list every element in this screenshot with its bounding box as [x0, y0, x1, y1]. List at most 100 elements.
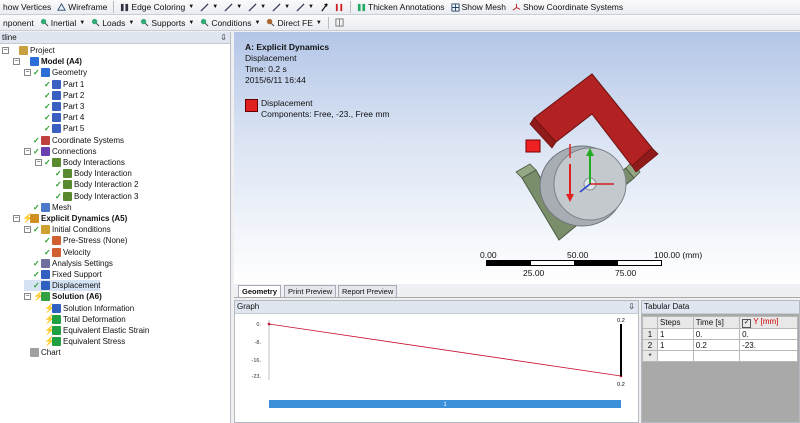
collapse-toggle-icon[interactable]: − [13, 58, 20, 66]
pin-icon[interactable]: ⇩ [220, 32, 227, 43]
part-icon [52, 102, 61, 111]
outline-item-label: Total Deformation [63, 314, 126, 324]
toolbar-option-button[interactable] [332, 18, 347, 27]
displacement-marker [525, 139, 541, 153]
graph-panel: Graph ⇩ 0. -8. -16. -23. 0.2 0.2 1 [234, 300, 639, 423]
outline-item-project[interactable]: − Project [2, 45, 55, 56]
outline-item-equivalent-elastic-strain[interactable]: ⚡ Equivalent Elastic Strain [35, 325, 149, 336]
direct-fe-dropdown[interactable]: Direct FE ▼ [263, 18, 324, 28]
outline-item-displacement[interactable]: ✓ Displacement [24, 280, 101, 292]
status-check-icon: ✓ [33, 146, 40, 156]
outline-item-label: Fixed Support [52, 270, 102, 279]
toolbar-environment: nponent Inertial ▼ Loads ▼ Supports ▼ Condi… [0, 15, 800, 31]
outline-item-coordinate-systems[interactable]: ✓ Coordinate Systems [24, 135, 124, 146]
chart-icon [30, 348, 39, 358]
collapse-toggle-icon[interactable]: − [24, 293, 31, 301]
collapse-toggle-icon[interactable]: − [24, 147, 31, 155]
outline-item-pre-stress-none[interactable]: ✓ Pre-Stress (None) [35, 235, 127, 246]
column-checkbox-icon[interactable]: ✓ [742, 319, 752, 328]
conditions-dropdown[interactable]: Conditions ▼ [197, 18, 263, 28]
pin-icon[interactable]: ⇩ [628, 301, 635, 313]
outline-item-connections[interactable]: − ✓ Connections [24, 146, 96, 157]
outline-item-body-interaction-3[interactable]: ✓ Body Interaction 3 [46, 191, 138, 202]
loads-icon [92, 18, 100, 27]
body-interaction-icon [63, 191, 72, 201]
edge-coloring-dropdown[interactable]: Edge Coloring ▼ [117, 2, 197, 12]
geometry-viewport[interactable]: A: Explicit Dynamics Displacement Time: … [234, 32, 800, 285]
edge-tool-1[interactable]: ▼ [197, 2, 221, 12]
thicken-annotations-button[interactable]: Thicken Annotations [354, 2, 448, 12]
outline-item-solution-information[interactable]: ⚡ Solution Information [35, 303, 134, 314]
outline-item-part-3[interactable]: ✓ Part 3 [35, 101, 84, 112]
table-row[interactable]: 2 1 0.2 -23. [642, 339, 798, 351]
header-y[interactable]: ✓ Y [mm] [739, 316, 798, 329]
outline-item-equivalent-stress[interactable]: ⚡ Equivalent Stress [35, 336, 125, 347]
status-lightning-icon: ⚡ [44, 313, 56, 324]
tab-geometry[interactable]: Geometry [238, 285, 282, 297]
outline-item-body-interactions[interactable]: − ✓ Body Interactions [35, 157, 125, 168]
outline-title-bar: tline ⇩ [0, 32, 230, 44]
table-row[interactable]: 1 1 0. 0. [642, 328, 798, 340]
outline-item-model-a4[interactable]: − Model (A4) [13, 56, 82, 67]
outline-item-geometry[interactable]: − ✓ Geometry [24, 67, 87, 78]
pointer-button[interactable] [317, 2, 332, 12]
edge-tool-3[interactable]: ▼ [245, 2, 269, 12]
edge-style-icon [296, 2, 305, 12]
outline-item-total-deformation[interactable]: ⚡ Total Deformation [35, 314, 126, 325]
status-lightning-icon: ⚡ [44, 336, 56, 347]
outline-item-explicit-dynamics-a5[interactable]: − ⚡ Explicit Dynamics (A5) [13, 213, 127, 224]
outline-item-fixed-support[interactable]: ✓ Fixed Support [24, 269, 102, 280]
tab-report-preview[interactable]: Report Preview [338, 285, 398, 297]
tab-print-preview[interactable]: Print Preview [284, 285, 337, 297]
wireframe-icon [57, 2, 67, 11]
part-icon [52, 124, 61, 134]
model-icon [30, 57, 39, 67]
arrow-pointer-icon [321, 2, 328, 11]
show-vertices-button[interactable]: how Vertices [0, 2, 54, 12]
wireframe-button[interactable]: Wireframe [54, 2, 110, 12]
collapse-toggle-icon[interactable]: − [24, 69, 31, 77]
outline-item-initial-conditions[interactable]: − ✓ Initial Conditions [24, 224, 111, 235]
outline-item-body-interaction-2[interactable]: ✓ Body Interaction 2 [46, 179, 138, 190]
show-mesh-button[interactable]: Show Mesh [448, 2, 509, 12]
edge-tool-4[interactable]: ▼ [269, 2, 293, 12]
header-steps[interactable]: Steps [657, 316, 694, 329]
outline-item-part-4[interactable]: ✓ Part 4 [35, 112, 84, 123]
outline-item-chart[interactable]: Chart [13, 347, 61, 358]
outline-item-solution-a6[interactable]: − ⚡ Solution (A6) [24, 291, 102, 302]
prestress-icon [52, 236, 61, 246]
outline-item-analysis-settings[interactable]: ✓ Analysis Settings [24, 258, 113, 269]
status-check-icon: ✓ [44, 90, 51, 100]
supports-dropdown[interactable]: Supports ▼ [137, 18, 197, 28]
model-3d-view[interactable] [514, 68, 664, 243]
outline-item-mesh[interactable]: ✓ Mesh [24, 202, 72, 213]
outline-item-label: Mesh [52, 202, 72, 212]
status-check-icon: ✓ [33, 281, 40, 291]
outline-item-label: Part 4 [63, 113, 85, 123]
outline-item-part-1[interactable]: ✓ Part 1 [35, 79, 84, 90]
edge-tool-2[interactable]: ▼ [221, 2, 245, 12]
edge-tool-5[interactable]: ▼ [293, 2, 317, 12]
collapse-toggle-icon[interactable]: − [13, 215, 20, 222]
component-button[interactable]: nponent [0, 18, 37, 28]
outline-item-label: Body Interactions [63, 158, 125, 167]
header-time[interactable]: Time [s] [692, 316, 741, 329]
velocity-icon [52, 247, 61, 257]
collapse-toggle-icon[interactable]: − [24, 226, 31, 234]
show-coordinate-systems-button[interactable]: Show Coordinate Systems [509, 2, 626, 12]
edge-style-icon [272, 2, 281, 12]
inertial-dropdown[interactable]: Inertial ▼ [37, 18, 88, 28]
scale-label-50: 50.00 [567, 250, 589, 260]
outline-item-label: Explicit Dynamics (A5) [41, 214, 128, 223]
loads-dropdown[interactable]: Loads ▼ [88, 18, 137, 28]
outline-item-part-5[interactable]: ✓ Part 5 [35, 123, 84, 134]
outline-item-label: Solution Information [63, 303, 135, 313]
graph-plot[interactable]: 0.-8.-16.-23.0.20.21 [235, 314, 638, 422]
annotation-button[interactable] [332, 3, 347, 12]
outline-item-velocity[interactable]: ✓ Velocity [35, 247, 91, 258]
collapse-toggle-icon[interactable]: − [2, 47, 9, 54]
table-row-new[interactable]: * [642, 350, 798, 362]
outline-item-part-2[interactable]: ✓ Part 2 [35, 90, 84, 101]
outline-item-body-interaction[interactable]: ✓ Body Interaction [46, 168, 132, 179]
collapse-toggle-icon[interactable]: − [35, 159, 42, 166]
